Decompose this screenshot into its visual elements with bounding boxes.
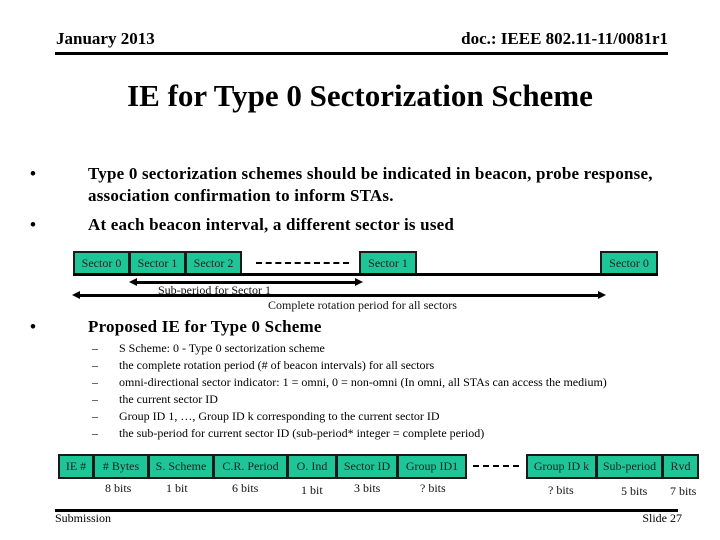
footer-submission: Submission: [55, 511, 112, 525]
dash-icon: –: [92, 358, 98, 372]
bits-label: 5 bits: [621, 484, 648, 498]
sector-box: Sector 1: [129, 251, 186, 275]
ie-field-ie-number: IE #: [58, 454, 94, 479]
complete-period-label: Complete rotation period for all sectors: [268, 298, 457, 312]
complete-period-arrow: [72, 291, 606, 299]
bits-label: 1 bit: [166, 481, 188, 495]
header-date: January 2013: [56, 29, 155, 48]
footer-divider: [55, 509, 678, 512]
dash-icon: –: [92, 375, 98, 389]
bullet-icon: •: [30, 215, 37, 234]
arrow-right-icon: [355, 278, 363, 286]
bullet-text: At each beacon interval, a different sec…: [88, 215, 455, 234]
footer-slide-number: Slide 27: [642, 511, 682, 525]
header-doc-id: doc.: IEEE 802.11-11/0081r1: [461, 29, 668, 48]
dash-icon: –: [92, 426, 98, 440]
description-text: the complete rotation period (# of beaco…: [119, 358, 435, 372]
arrow-left-icon: [72, 291, 80, 299]
ie-field-sub-period: Sub-period: [596, 454, 663, 479]
bits-label: 3 bits: [354, 481, 381, 495]
ie-field-s-scheme: S. Scheme: [148, 454, 214, 479]
arrow-left-icon: [129, 278, 137, 286]
sector-ellipsis-dashes: [256, 262, 349, 264]
bullet-text: Proposed IE for Type 0 Scheme: [88, 317, 322, 336]
bits-label: 6 bits: [232, 481, 259, 495]
bits-label: 7 bits: [670, 484, 697, 498]
bullet-text: Type 0 sectorization schemes should be i…: [88, 164, 653, 205]
ie-ellipsis-dashes: [473, 465, 519, 467]
bits-label: 8 bits: [105, 481, 132, 495]
bullet-icon: •: [30, 317, 37, 336]
sector-box: Sector 0: [73, 251, 130, 275]
dash-icon: –: [92, 341, 98, 355]
ie-field-group-id-k: Group ID k: [526, 454, 597, 479]
ie-field-rvd: Rvd: [662, 454, 699, 479]
bits-label: 1 bit: [301, 483, 323, 497]
bits-label: ? bits: [548, 483, 574, 497]
description-text: S Scheme: 0 - Type 0 sectorization schem…: [119, 341, 325, 355]
ie-field-sector-id: Sector ID: [336, 454, 398, 479]
timeline-baseline: [73, 273, 658, 276]
description-text: Group ID 1, …, Group ID k corresponding …: [119, 409, 440, 423]
sector-box: Sector 0: [600, 251, 658, 275]
description-text: the current sector ID: [119, 392, 218, 406]
ie-field-o-ind: O. Ind: [287, 454, 337, 479]
ie-field-group-id1: Group ID1: [397, 454, 467, 479]
header-divider: [55, 52, 668, 55]
dash-icon: –: [92, 409, 98, 423]
description-text: omni-directional sector indicator: 1 = o…: [119, 375, 607, 389]
bullet-icon: •: [30, 164, 37, 183]
arrow-right-icon: [598, 291, 606, 299]
description-text: the sub-period for current sector ID (su…: [119, 426, 485, 440]
sector-box: Sector 2: [185, 251, 242, 275]
ie-field-cr-period: C.R. Period: [213, 454, 288, 479]
slide-title: IE for Type 0 Sectorization Scheme: [127, 78, 593, 113]
ie-field-bytes: # Bytes: [93, 454, 149, 479]
dash-icon: –: [92, 392, 98, 406]
bits-label: ? bits: [420, 481, 446, 495]
sector-box: Sector 1: [359, 251, 417, 275]
